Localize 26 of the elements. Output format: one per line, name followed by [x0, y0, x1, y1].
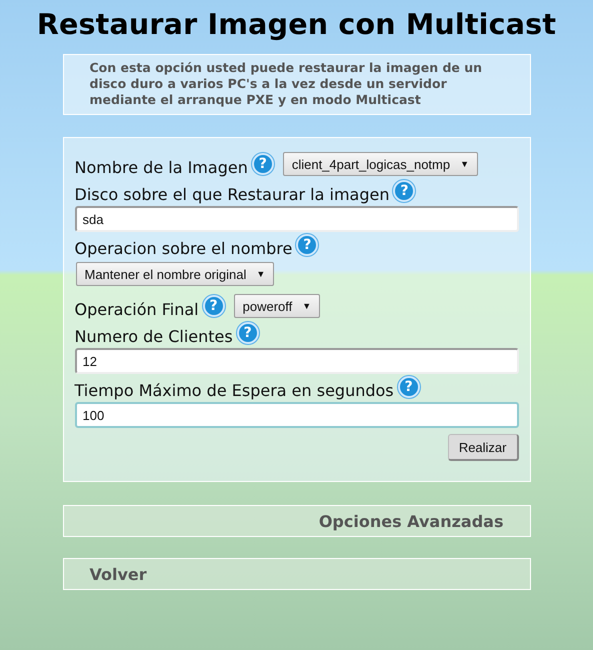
input-field[interactable]: sda [74, 206, 518, 232]
field-label: Operación Final [74, 300, 199, 320]
description: Con esta opción usted puede restaurar la imagen de un disco duro a varios PC's a la vez desde un servidor mediante el arranque PXE y en modo Multicast [62, 54, 530, 115]
field-label: Numero de Clientes [74, 327, 233, 347]
help-icon[interactable]: ? [202, 295, 225, 317]
caret-icon: ▼ [256, 269, 266, 279]
field-label: Operacion sobre el nombre [74, 239, 292, 259]
help-icon[interactable]: ? [252, 153, 274, 175]
field-label: Tiempo Máximo de Espera en segundos [74, 381, 394, 401]
submit-button[interactable]: Realizar [448, 434, 518, 461]
help-icon[interactable]: ? [236, 322, 259, 344]
dropdown[interactable]: Mantener el nombre original ▼ [76, 262, 274, 286]
help-icon[interactable]: ? [393, 180, 416, 202]
input-field[interactable]: 12 [74, 348, 518, 374]
dropdown[interactable]: poweroff ▼ [234, 294, 320, 318]
caret-icon: ▼ [460, 159, 470, 169]
field-label: Nombre de la Imagen [74, 158, 248, 178]
help-icon[interactable]: ? [398, 376, 420, 398]
back-link[interactable]: Volver [62, 558, 530, 590]
field-label: Disco sobre el que Restaurar la imagen [74, 185, 390, 205]
advanced-options-link[interactable]: Opciones Avanzadas [62, 505, 530, 537]
input-field[interactable]: 100 [74, 402, 518, 428]
help-icon[interactable]: ? [296, 234, 318, 256]
caret-icon: ▼ [302, 301, 312, 311]
dropdown[interactable]: client_4part_logicas_notmp ▼ [282, 152, 478, 176]
page-title: Restaurar Imagen con Multicast [36, 8, 556, 41]
